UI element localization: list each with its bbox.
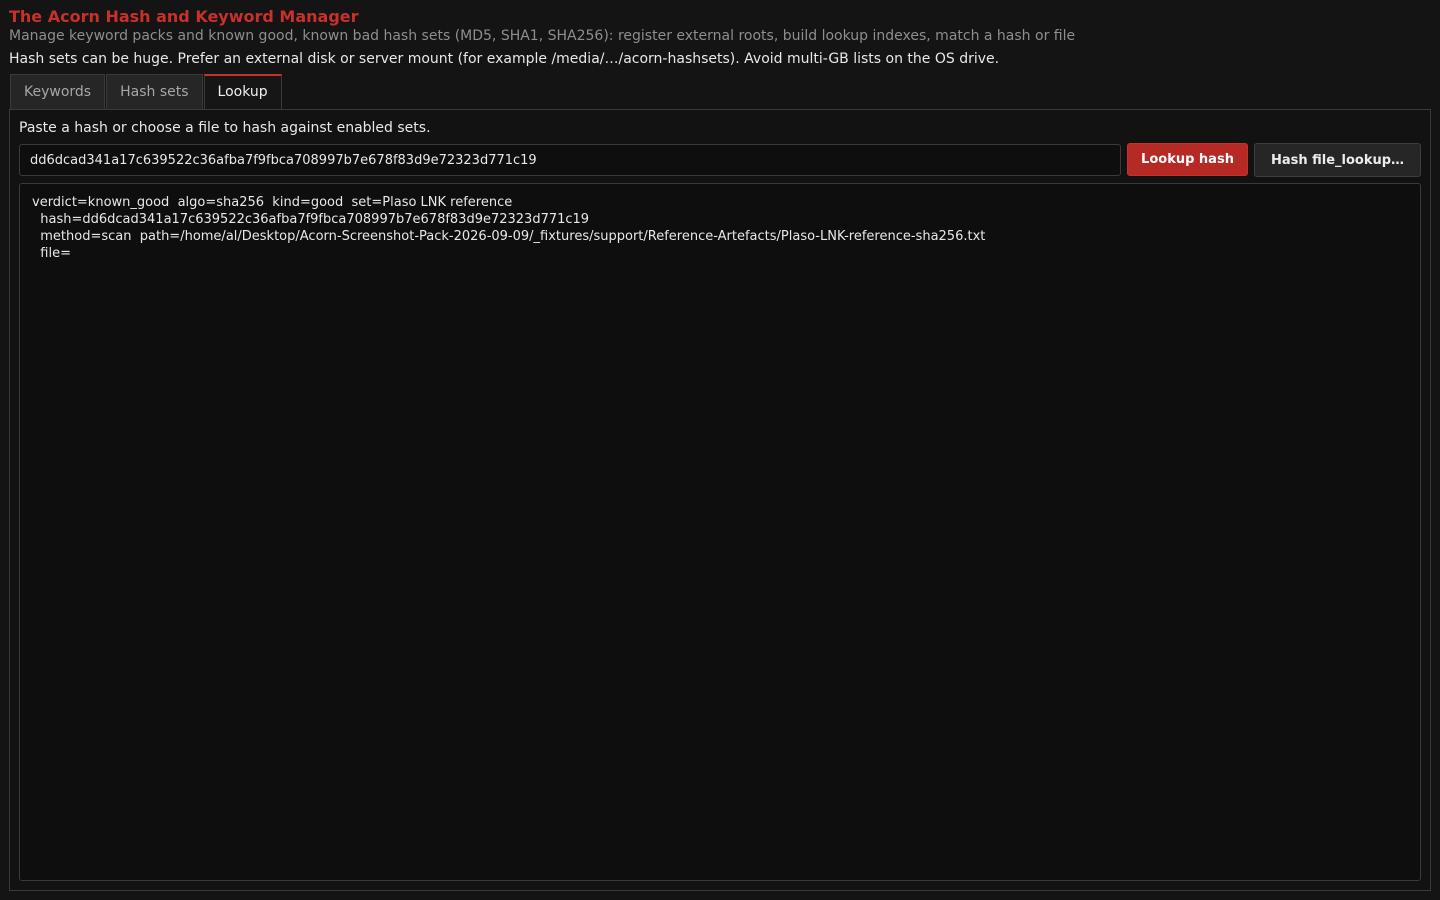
storage-notice: Hash sets can be huge. Prefer an externa… [9,51,1000,67]
lookup-panel: Paste a hash or choose a file to hash ag… [9,109,1431,891]
result-file-line: file= [32,246,71,261]
result-verdict-line: verdict=known_good algo=sha256 kind=good… [32,195,513,210]
tab-keywords[interactable]: Keywords [10,74,106,109]
hash-file-lookup-button[interactable]: Hash file_lookup… [1254,143,1421,177]
tab-bar: Keywords Hash sets Lookup [10,74,283,109]
result-hash-line: hash=dd6dcad341a17c639522c36afba7f9fbca7… [32,212,590,227]
app-subtitle: Manage keyword packs and known good, kno… [9,28,1076,44]
tab-hash-sets[interactable]: Hash sets [106,74,203,109]
lookup-result-output[interactable]: verdict=known_good algo=sha256 kind=good… [19,183,1421,881]
lookup-instructions: Paste a hash or choose a file to hash ag… [19,120,431,136]
hash-keyword-manager-window: The Acorn Hash and Keyword Manager Manag… [0,0,1440,900]
result-method-line: method=scan path=/home/al/Desktop/Acorn-… [32,229,986,244]
hash-input[interactable] [19,144,1121,176]
tab-lookup[interactable]: Lookup [203,74,282,109]
lookup-hash-button[interactable]: Lookup hash [1127,143,1248,176]
app-title: The Acorn Hash and Keyword Manager [9,7,359,26]
